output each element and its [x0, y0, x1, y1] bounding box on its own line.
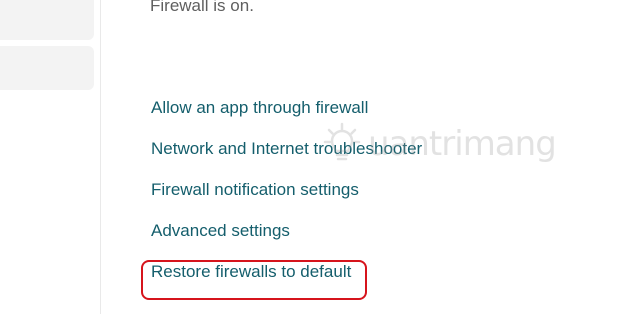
sidebar-item[interactable]	[0, 0, 94, 40]
firewall-status-text: Firewall is on.	[150, 0, 254, 15]
firewall-notification-settings-link[interactable]: Firewall notification settings	[151, 178, 422, 219]
sidebar	[0, 0, 101, 314]
firewall-settings-window: Firewall is on. Allow an app through fir…	[0, 0, 623, 314]
sidebar-item[interactable]	[0, 46, 94, 90]
allow-app-through-firewall-link[interactable]: Allow an app through firewall	[151, 96, 422, 137]
restore-firewalls-default-link[interactable]: Restore firewalls to default	[151, 260, 422, 301]
firewall-links-list: Allow an app through firewall Network an…	[151, 96, 422, 301]
advanced-settings-link[interactable]: Advanced settings	[151, 219, 422, 260]
network-troubleshooter-link[interactable]: Network and Internet troubleshooter	[151, 137, 422, 178]
